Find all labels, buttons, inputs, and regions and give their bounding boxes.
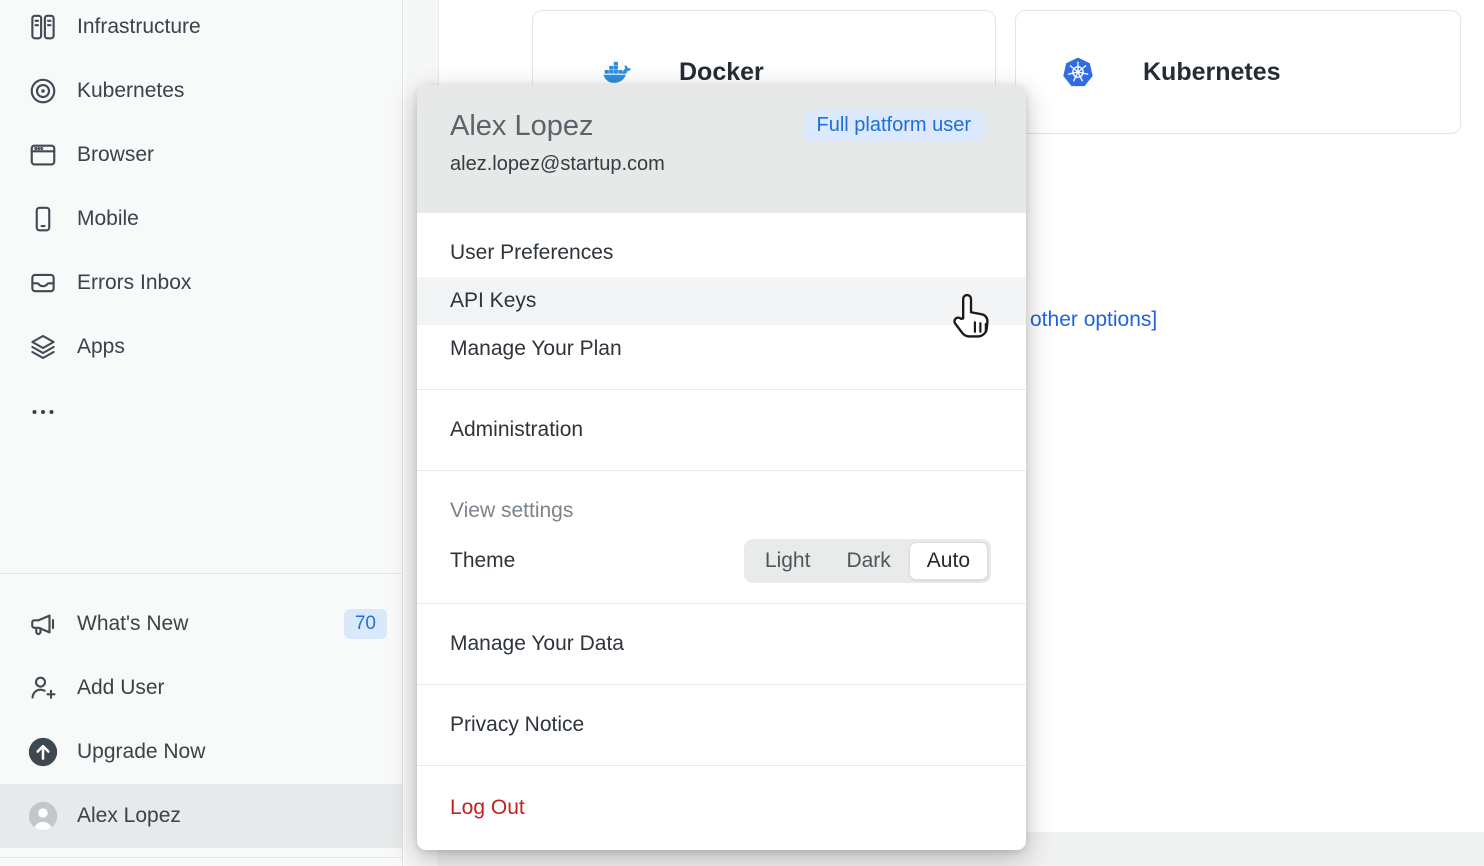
menu-item-privacy-notice[interactable]: Privacy Notice (417, 701, 1026, 749)
servers-icon (28, 12, 58, 42)
theme-option-auto[interactable]: Auto (909, 542, 988, 580)
sidebar-item-label: Mobile (77, 207, 139, 231)
sidebar-item-infrastructure[interactable]: Infrastructure (0, 0, 402, 59)
kubernetes-card-title: Kubernetes (1143, 58, 1281, 87)
sidebar-nav: Infrastructure Kubernetes (0, 0, 402, 379)
menu-item-manage-your-plan[interactable]: Manage Your Plan (417, 325, 1026, 373)
sidebar-item-add-user[interactable]: Add User (0, 656, 402, 720)
menu-item-log-out[interactable]: Log Out (417, 784, 1026, 832)
menu-section-privacy: Privacy Notice (417, 684, 1026, 765)
theme-row: Theme Light Dark Auto (417, 535, 1026, 587)
sidebar-item-upgrade-now[interactable]: Upgrade Now (0, 720, 402, 784)
sidebar-item-mobile[interactable]: Mobile (0, 187, 402, 251)
sidebar-item-label: Kubernetes (77, 79, 184, 103)
menu-item-administration[interactable]: Administration (417, 406, 1026, 454)
sidebar-item-label: What's New (77, 612, 188, 636)
theme-option-light[interactable]: Light (747, 542, 829, 580)
add-user-icon (28, 673, 58, 703)
target-icon (28, 76, 58, 106)
sidebar-item-whats-new[interactable]: What's New 70 (0, 592, 402, 656)
user-email: alez.lopez@startup.com (450, 153, 1026, 176)
menu-item-api-keys[interactable]: API Keys (417, 277, 1026, 325)
view-settings-heading: View settings (417, 487, 1026, 535)
kubernetes-logo-icon (1052, 57, 1104, 87)
megaphone-icon (28, 609, 58, 639)
menu-item-user-preferences[interactable]: User Preferences (417, 229, 1026, 277)
avatar (28, 801, 58, 831)
mouse-cursor-pointer-icon (948, 288, 994, 343)
user-role-badge: Full platform user (803, 110, 986, 141)
theme-label: Theme (450, 549, 515, 573)
more-options-ellipsis-icon[interactable] (31, 403, 55, 421)
docker-logo-icon (586, 57, 647, 87)
upgrade-arrow-icon (28, 737, 58, 767)
docker-card-title: Docker (679, 58, 764, 87)
sidebar-bottom-divider (0, 857, 402, 858)
sidebar-item-apps[interactable]: Apps (0, 315, 402, 379)
layers-icon (28, 332, 58, 362)
sidebar-item-current-user[interactable]: Alex Lopez (0, 784, 402, 848)
app-window: Docker Kubernetes other options] (0, 0, 1484, 866)
theme-option-dark[interactable]: Dark (828, 542, 908, 580)
browser-window-icon (28, 140, 58, 170)
menu-section-admin: Administration (417, 389, 1026, 470)
sidebar: Infrastructure Kubernetes (0, 0, 403, 866)
menu-section-account: User Preferences API Keys Manage Your Pl… (417, 213, 1026, 389)
sidebar-item-label: Alex Lopez (77, 804, 181, 828)
menu-item-manage-your-data[interactable]: Manage Your Data (417, 620, 1026, 668)
mobile-phone-icon (28, 204, 58, 234)
sidebar-item-kubernetes[interactable]: Kubernetes (0, 59, 402, 123)
menu-section-view-settings: View settings Theme Light Dark Auto (417, 470, 1026, 603)
user-menu-header: Alex Lopez alez.lopez@startup.com Full p… (417, 85, 1026, 213)
menu-section-data: Manage Your Data (417, 603, 1026, 684)
user-account-menu: Alex Lopez alez.lopez@startup.com Full p… (417, 85, 1026, 850)
sidebar-item-label: Apps (77, 335, 125, 359)
other-options-link[interactable]: other options] (1030, 308, 1157, 332)
sidebar-item-label: Errors Inbox (77, 271, 191, 295)
theme-segmented-control: Light Dark Auto (744, 539, 991, 583)
inbox-icon (28, 268, 58, 298)
sidebar-item-label: Upgrade Now (77, 740, 205, 764)
menu-section-logout: Log Out (417, 765, 1026, 850)
kubernetes-option-card[interactable]: Kubernetes (1015, 10, 1461, 134)
sidebar-item-label: Browser (77, 143, 154, 167)
sidebar-item-label: Infrastructure (77, 15, 201, 39)
sidebar-footer: What's New 70 Add User (0, 573, 402, 848)
whats-new-count-badge: 70 (344, 609, 387, 639)
sidebar-item-errors-inbox[interactable]: Errors Inbox (0, 251, 402, 315)
sidebar-item-label: Add User (77, 676, 165, 700)
sidebar-item-browser[interactable]: Browser (0, 123, 402, 187)
